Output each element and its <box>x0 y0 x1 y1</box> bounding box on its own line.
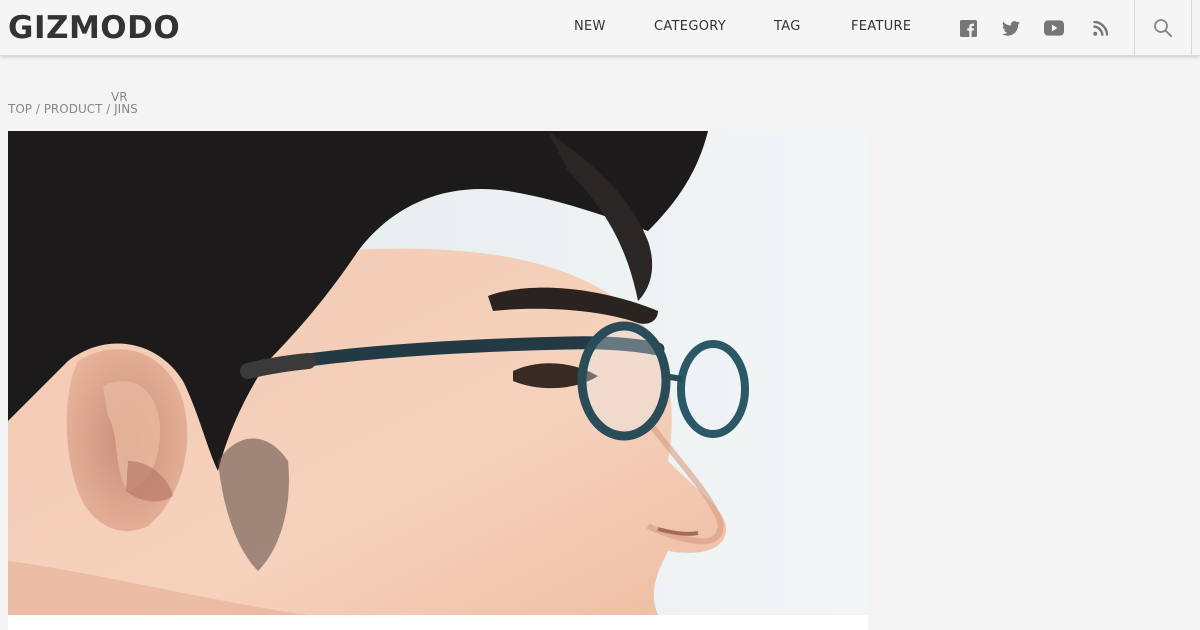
breadcrumb-top[interactable]: TOP <box>8 102 32 116</box>
nav-tag[interactable]: TAG <box>774 19 801 35</box>
nav-category[interactable]: CATEGORY <box>654 19 726 35</box>
site-logo[interactable]: GIZMODO <box>8 8 180 48</box>
facebook-icon[interactable] <box>958 18 978 38</box>
twitter-icon[interactable] <box>1001 18 1021 38</box>
nav-new[interactable]: NEW <box>574 19 606 35</box>
nav-feature[interactable]: FEATURE <box>851 19 911 35</box>
breadcrumb-product[interactable]: PRODUCT <box>44 102 103 116</box>
site-header: GIZMODO NEW CATEGORY TAG FEATURE <box>0 0 1200 56</box>
hero-image <box>8 131 868 615</box>
rss-icon[interactable] <box>1090 18 1110 38</box>
breadcrumb-separator: / <box>102 102 115 116</box>
search-icon <box>1154 19 1172 37</box>
breadcrumb-separator: / <box>32 102 44 116</box>
search-button[interactable] <box>1134 0 1192 56</box>
youtube-icon[interactable] <box>1044 18 1064 38</box>
breadcrumb-jins[interactable]: JINS <box>114 102 138 116</box>
article-body-edge <box>8 615 868 630</box>
